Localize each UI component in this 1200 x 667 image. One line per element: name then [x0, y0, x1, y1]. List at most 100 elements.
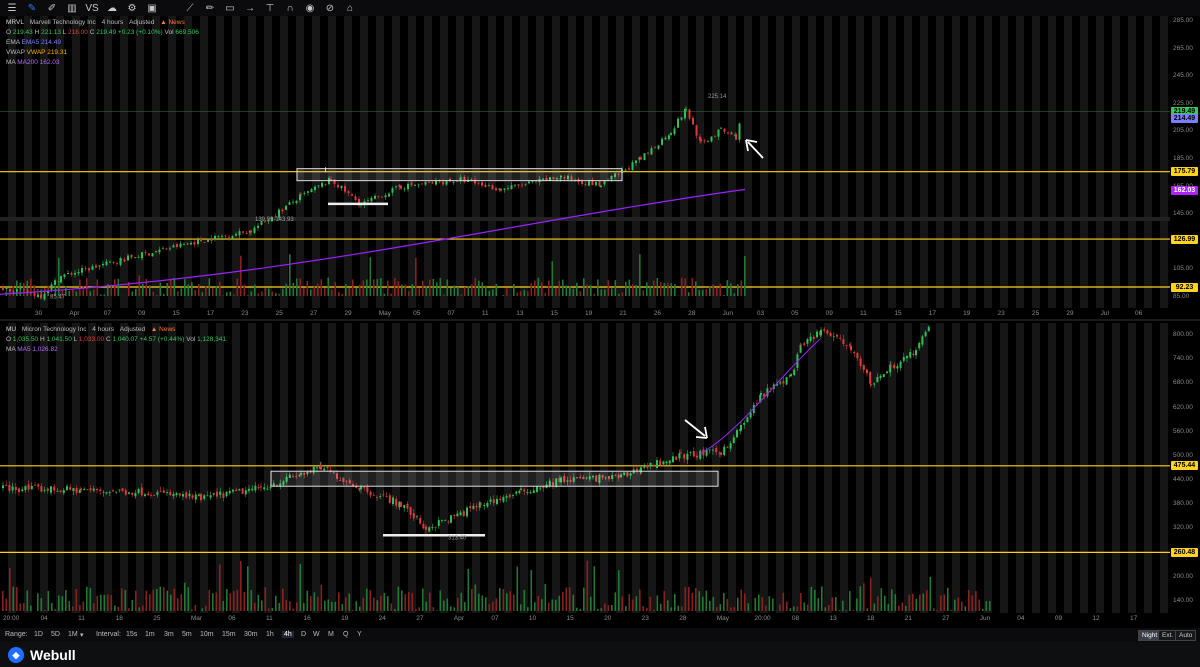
- session-shade: [408, 16, 416, 308]
- select-icon[interactable]: ☰: [4, 3, 20, 14]
- text-icon[interactable]: ⊤: [262, 3, 278, 14]
- trendline-icon[interactable]: ⟋: [182, 3, 198, 14]
- candle-body: [344, 186, 346, 192]
- volume-bar: [429, 279, 431, 296]
- time-tick-label: 21: [619, 310, 627, 317]
- candle-body: [43, 293, 46, 300]
- volume-bar: [579, 291, 582, 296]
- volume-bar: [957, 597, 960, 611]
- range-dropdown-icon[interactable]: ▾: [80, 631, 84, 639]
- volume-bar: [639, 589, 641, 611]
- volume-bar: [978, 599, 981, 611]
- ma-label[interactable]: MA: [6, 59, 15, 66]
- candle-body: [600, 185, 602, 187]
- candle-body: [664, 137, 667, 140]
- time-tick-label: 27: [310, 310, 318, 317]
- candle-body: [385, 496, 388, 497]
- session-shade: [136, 323, 144, 613]
- compare-button[interactable]: VS: [84, 3, 100, 14]
- volume-bar: [376, 279, 379, 296]
- volume-bar: [205, 286, 207, 296]
- interval-3m[interactable]: 3m: [164, 631, 174, 638]
- volume-bar: [348, 593, 351, 611]
- ema-label[interactable]: EMA: [6, 39, 20, 46]
- news-link[interactable]: ▲ News: [160, 19, 185, 26]
- interval-1h[interactable]: 1h: [266, 631, 274, 638]
- candle-body: [403, 504, 406, 508]
- settings-icon[interactable]: ⚙: [124, 3, 140, 14]
- interval-4h[interactable]: 4h: [282, 631, 294, 638]
- volume-bar: [261, 600, 263, 611]
- time-tick-label: 15: [172, 310, 180, 317]
- interval-d[interactable]: D: [301, 631, 306, 638]
- range-1m[interactable]: 1M: [68, 631, 78, 638]
- price-tag[interactable]: 260.48: [1171, 547, 1198, 557]
- price-tag[interactable]: 162.03: [1171, 186, 1198, 196]
- candle-body: [5, 484, 8, 486]
- price-tick-label: 320.00: [1173, 524, 1193, 532]
- candle-body: [62, 490, 65, 494]
- mu-chart-canvas[interactable]: 313.40: [0, 323, 1170, 613]
- indicator-icon[interactable]: ▣: [144, 3, 160, 14]
- pane-divider[interactable]: [0, 319, 1200, 321]
- shapes-icon[interactable]: ▭: [222, 3, 238, 14]
- interval-10m[interactable]: 10m: [200, 631, 214, 638]
- draw-icon[interactable]: ✐: [44, 3, 60, 14]
- interval-q[interactable]: Q: [343, 631, 348, 638]
- price-tag[interactable]: 175.79: [1171, 167, 1198, 177]
- interval-30m[interactable]: 30m: [244, 631, 258, 638]
- candle-body: [370, 197, 373, 202]
- measure-icon[interactable]: ⊘: [322, 3, 338, 14]
- price-tag[interactable]: 214.49: [1171, 113, 1198, 123]
- symbol[interactable]: MRVL: [6, 19, 24, 26]
- price-tag[interactable]: 92.23: [1171, 282, 1198, 292]
- candle-body: [150, 494, 152, 496]
- interval-15s[interactable]: 15s: [126, 631, 137, 638]
- interval-w[interactable]: W: [313, 631, 320, 638]
- ma-label[interactable]: MA: [6, 346, 15, 353]
- arrow-icon[interactable]: →: [242, 3, 258, 14]
- volume-bar: [947, 587, 949, 611]
- range-5d[interactable]: 5D: [51, 631, 60, 638]
- mu-chart-pane[interactable]: 313.40: [0, 323, 1170, 613]
- bar-type-icon[interactable]: ▥: [64, 3, 80, 14]
- candle-body: [40, 294, 42, 299]
- interval-5m[interactable]: 5m: [182, 631, 192, 638]
- volume-bar: [86, 586, 88, 611]
- time-tick-label: 27: [942, 615, 950, 622]
- candle-body: [50, 284, 53, 290]
- range-1d[interactable]: 1D: [34, 631, 43, 638]
- candle-body: [232, 489, 234, 492]
- magnet-icon[interactable]: ∩: [282, 3, 298, 14]
- crosshair-icon[interactable]: ✎: [24, 3, 40, 14]
- lock-icon[interactable]: ⌂: [342, 3, 358, 14]
- candle-body: [228, 490, 231, 494]
- price-tag[interactable]: 126.99: [1171, 234, 1198, 244]
- mrvl-price-axis[interactable]: 285.00265.00245.00225.00205.00185.00165.…: [1170, 16, 1200, 308]
- candle-body: [450, 515, 452, 523]
- interval-15m[interactable]: 15m: [222, 631, 236, 638]
- brush-icon[interactable]: ✏: [202, 3, 218, 14]
- time-tick-label: 18: [867, 615, 875, 622]
- volume-bar: [663, 591, 666, 611]
- interval-m[interactable]: M: [328, 631, 334, 638]
- interval-y[interactable]: Y: [357, 631, 362, 638]
- eye-icon[interactable]: ◉: [302, 3, 318, 14]
- news-link[interactable]: ▲ News: [151, 326, 176, 333]
- volume-bar: [555, 599, 557, 611]
- mu-time-axis[interactable]: 20:00 04 11 18 25 Mar 06 11 16 19 24 27 Apr 07 10 15 20 2…: [0, 614, 1170, 624]
- volume-bar: [541, 599, 543, 611]
- candle-body: [462, 511, 465, 516]
- interval-1m[interactable]: 1m: [145, 631, 155, 638]
- time-tick-label: 07: [103, 310, 111, 317]
- mrvl-time-axis[interactable]: 30 Apr 07 09 15 17 23 25 27 29 May 05 07 11 13 15 19 21 26…: [0, 309, 1170, 319]
- volume-bar: [488, 290, 491, 296]
- candle-body: [303, 192, 306, 194]
- auto-scale-button[interactable]: Auto: [1175, 630, 1197, 641]
- session-shade: [664, 323, 672, 613]
- candle-body: [307, 191, 309, 193]
- vwap-label[interactable]: VWAP: [6, 49, 25, 56]
- symbol[interactable]: MU: [6, 326, 16, 333]
- cloud-icon[interactable]: ☁: [104, 3, 120, 14]
- price-tag[interactable]: 475.44: [1171, 461, 1198, 471]
